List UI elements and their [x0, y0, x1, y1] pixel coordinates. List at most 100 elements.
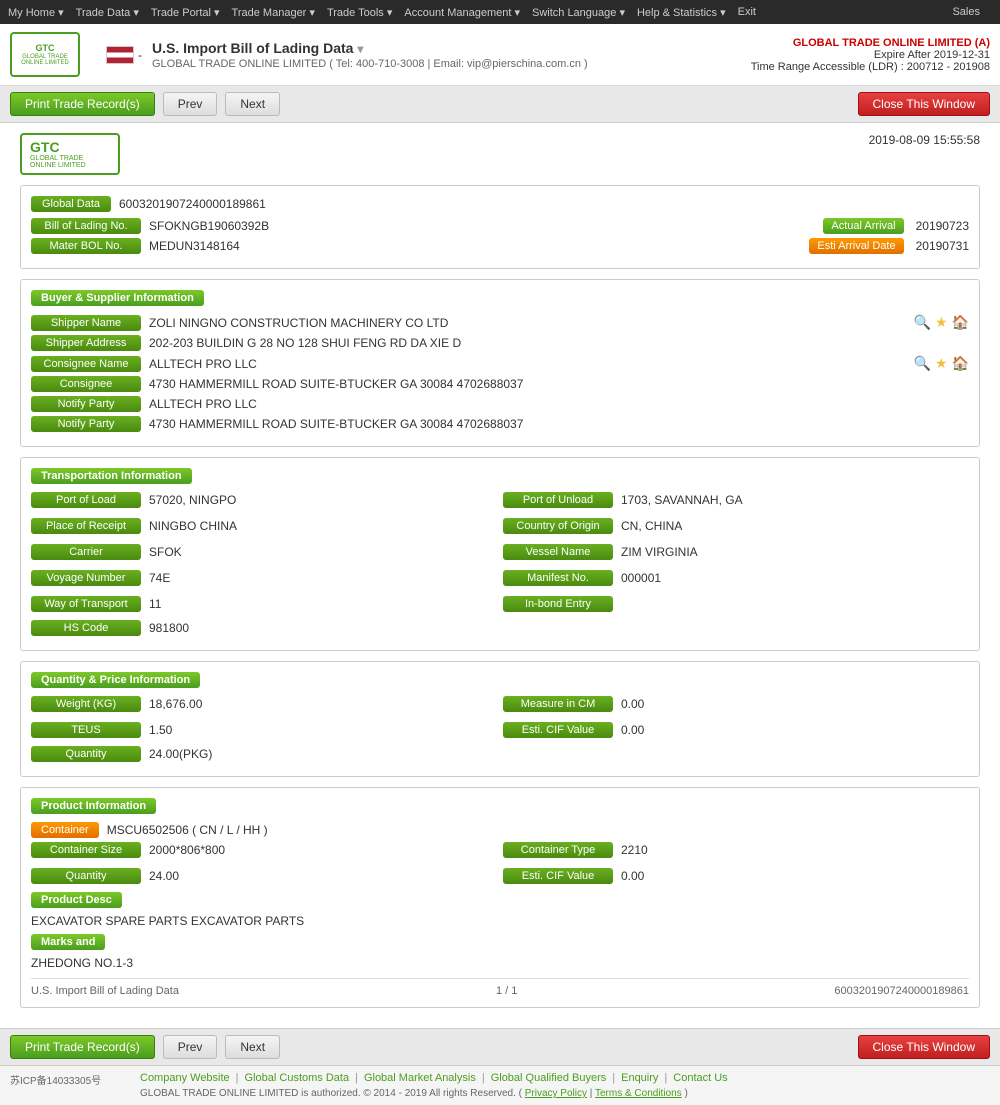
mater-bol-value: MEDUN3148164 [149, 239, 797, 253]
port-unload-value: 1703, SAVANNAH, GA [621, 493, 743, 507]
inbond-row: In-bond Entry [503, 596, 969, 612]
doc-logo-text: GTC [30, 139, 60, 155]
footer-links: Company Website | Global Customs Data | … [140, 1072, 990, 1084]
nav-sales[interactable]: Sales [952, 6, 980, 18]
header-title: U.S. Import Bill of Lading Data ▾ [152, 40, 751, 56]
header-bar: GTC GLOBAL TRADEONLINE LIMITED - U.S. Im… [0, 24, 1000, 86]
close-button-top[interactable]: Close This Window [858, 92, 990, 116]
quantity-title: Quantity & Price Information [31, 672, 200, 688]
next-button-top[interactable]: Next [225, 92, 280, 116]
product-esti-cif-value: 0.00 [621, 869, 644, 883]
notify-party-value1: ALLTECH PRO LLC [149, 397, 969, 411]
main-content: GTC GLOBAL TRADE ONLINE LIMITED 2019-08-… [0, 123, 1000, 1028]
prev-button-top[interactable]: Prev [163, 92, 218, 116]
nav-account-management[interactable]: Account Management [404, 6, 520, 19]
consignee-house-icon[interactable]: 🏠 [952, 355, 969, 372]
hs-code-label: HS Code [31, 620, 141, 636]
footer-terms-link[interactable]: Terms & Conditions [595, 1088, 682, 1099]
inbond-label: In-bond Entry [503, 596, 613, 612]
quantity-value: 24.00(PKG) [149, 747, 212, 761]
print-button-bottom[interactable]: Print Trade Record(s) [10, 1035, 155, 1059]
quantity-row: Quantity 24.00(PKG) [31, 746, 969, 762]
consignee-value: 4730 HAMMERMILL ROAD SUITE-BTUCKER GA 30… [149, 377, 969, 391]
doc-logo-box: GTC GLOBAL TRADE ONLINE LIMITED [20, 133, 120, 175]
consignee-icon-group: 🔍 ★ 🏠 [914, 355, 969, 372]
record-footer-id: 6003201907240000189861 [834, 985, 969, 997]
footer-link-customs[interactable]: Global Customs Data [245, 1072, 350, 1084]
us-flag [106, 46, 134, 64]
container-type-row: Container Type 2210 [503, 842, 969, 858]
voyage-value: 74E [149, 571, 170, 585]
footer-link-enquiry[interactable]: Enquiry [621, 1072, 658, 1084]
logo-subtext: GLOBAL TRADEONLINE LIMITED [21, 54, 69, 66]
marks-section: Marks and ZHEDONG NO.1-3 [31, 930, 969, 972]
product-esti-cif-row: Esti. CIF Value 0.00 [503, 868, 969, 884]
doc-logo-sub: GLOBAL TRADE ONLINE LIMITED [30, 155, 110, 169]
weight-row: Weight (KG) 18,676.00 [31, 696, 497, 712]
footer-privacy-link[interactable]: Privacy Policy [525, 1088, 587, 1099]
footer-sep5: | [664, 1072, 667, 1084]
product-desc-value: EXCAVATOR SPARE PARTS EXCAVATOR PARTS [31, 912, 969, 930]
container-row: Container MSCU6502506 ( CN / L / HH ) [31, 822, 969, 838]
carrier-label: Carrier [31, 544, 141, 560]
consignee-search-icon[interactable]: 🔍 [914, 355, 931, 372]
footer-link-contact[interactable]: Contact Us [673, 1072, 727, 1084]
country-origin-label: Country of Origin [503, 518, 613, 534]
product-grid: Container Size 2000*806*800 Container Ty… [31, 842, 969, 888]
quantity-card: Quantity & Price Information Weight (KG)… [20, 661, 980, 777]
print-button-top[interactable]: Print Trade Record(s) [10, 92, 155, 116]
shipper-star-icon[interactable]: ★ [935, 314, 948, 331]
transport-title: Transportation Information [31, 468, 192, 484]
prev-button-bottom[interactable]: Prev [163, 1035, 218, 1059]
footer-link-buyers[interactable]: Global Qualified Buyers [491, 1072, 607, 1084]
vessel-name-row: Vessel Name ZIM VIRGINIA [503, 544, 969, 560]
voyage-label: Voyage Number [31, 570, 141, 586]
page-footer: 苏ICP备14033305号 Company Website | Global … [0, 1065, 1000, 1105]
country-origin-row: Country of Origin CN, CHINA [503, 518, 969, 534]
shipper-house-icon[interactable]: 🏠 [952, 314, 969, 331]
notify-party-row1: Notify Party ALLTECH PRO LLC [31, 396, 969, 412]
product-title: Product Information [31, 798, 156, 814]
footer-sep1: | [236, 1072, 239, 1084]
top-toolbar: Print Trade Record(s) Prev Next Close Th… [0, 86, 1000, 123]
nav-help-statistics[interactable]: Help & Statistics [637, 6, 726, 19]
global-data-row: Global Data 6003201907240000189861 [31, 196, 969, 212]
footer-copy: GLOBAL TRADE ONLINE LIMITED is authorize… [140, 1088, 990, 1099]
nav-trade-portal[interactable]: Trade Portal [151, 6, 220, 19]
nav-switch-language[interactable]: Switch Language [532, 6, 625, 19]
consignee-name-value: ALLTECH PRO LLC [149, 357, 908, 371]
footer-link-company[interactable]: Company Website [140, 1072, 230, 1084]
doc-logo: GTC GLOBAL TRADE ONLINE LIMITED [20, 133, 120, 175]
notify-party-value2: 4730 HAMMERMILL ROAD SUITE-BTUCKER GA 30… [149, 417, 969, 431]
nav-trade-tools[interactable]: Trade Tools [327, 6, 392, 19]
product-esti-cif-label: Esti. CIF Value [503, 868, 613, 884]
nav-trade-data[interactable]: Trade Data [76, 6, 139, 19]
consignee-row: Consignee 4730 HAMMERMILL ROAD SUITE-BTU… [31, 376, 969, 392]
consignee-label: Consignee [31, 376, 141, 392]
port-load-label: Port of Load [31, 492, 141, 508]
consignee-star-icon[interactable]: ★ [935, 355, 948, 372]
product-qty-row: Quantity 24.00 [31, 868, 497, 884]
measure-value: 0.00 [621, 697, 644, 711]
nav-my-home[interactable]: My Home [8, 6, 64, 19]
marks-title: Marks and [31, 934, 105, 950]
nav-trade-manager[interactable]: Trade Manager [232, 6, 315, 19]
esti-arrival-value: 20190731 [916, 239, 969, 253]
bol-no-value: SFOKNGB19060392B [149, 219, 811, 233]
port-unload-label: Port of Unload [503, 492, 613, 508]
header-title-text: U.S. Import Bill of Lading Data [152, 40, 353, 56]
next-button-bottom[interactable]: Next [225, 1035, 280, 1059]
nav-exit[interactable]: Exit [738, 6, 756, 18]
actual-arrival-value: 20190723 [916, 219, 969, 233]
esti-cif-label: Esti. CIF Value [503, 722, 613, 738]
shipper-address-label: Shipper Address [31, 335, 141, 351]
close-button-bottom[interactable]: Close This Window [858, 1035, 990, 1059]
weight-value: 18,676.00 [149, 697, 202, 711]
shipper-search-icon[interactable]: 🔍 [914, 314, 931, 331]
shipper-name-row: Shipper Name ZOLI NINGNO CONSTRUCTION MA… [31, 314, 969, 331]
carrier-value: SFOK [149, 545, 182, 559]
esti-cif-row: Esti. CIF Value 0.00 [503, 722, 969, 738]
footer-link-market[interactable]: Global Market Analysis [364, 1072, 476, 1084]
basic-info-card: Global Data 6003201907240000189861 Bill … [20, 185, 980, 269]
carrier-row: Carrier SFOK [31, 544, 497, 560]
